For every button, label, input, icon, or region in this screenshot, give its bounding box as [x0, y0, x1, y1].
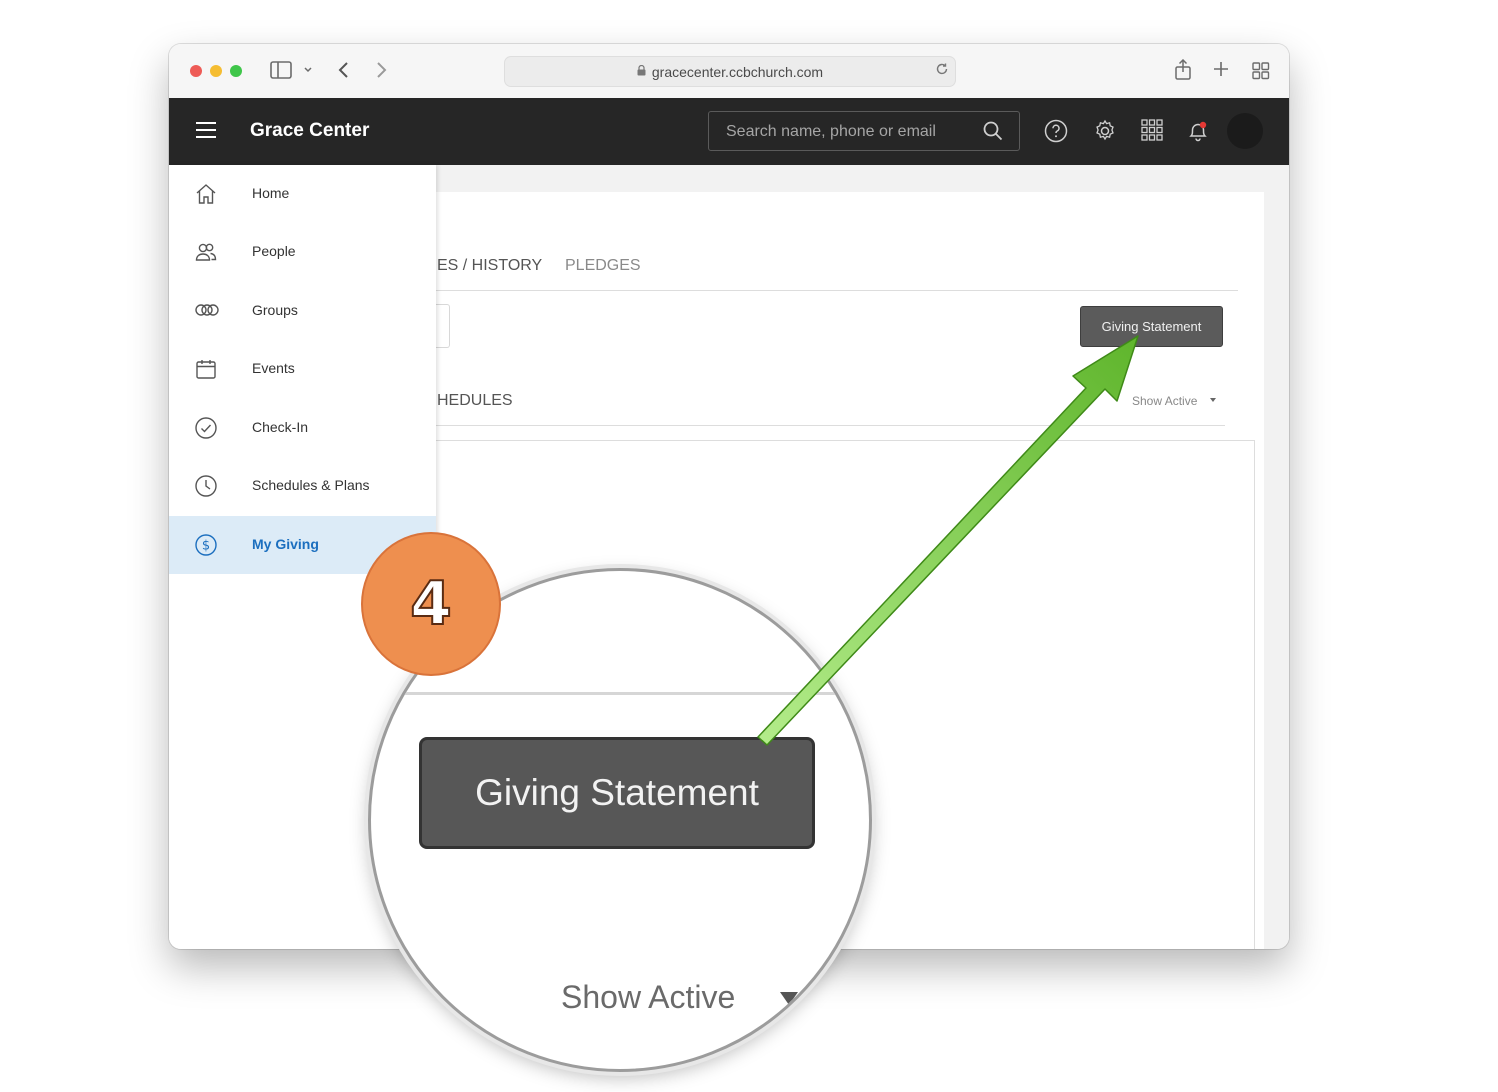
pointer-arrow	[757, 335, 1139, 746]
